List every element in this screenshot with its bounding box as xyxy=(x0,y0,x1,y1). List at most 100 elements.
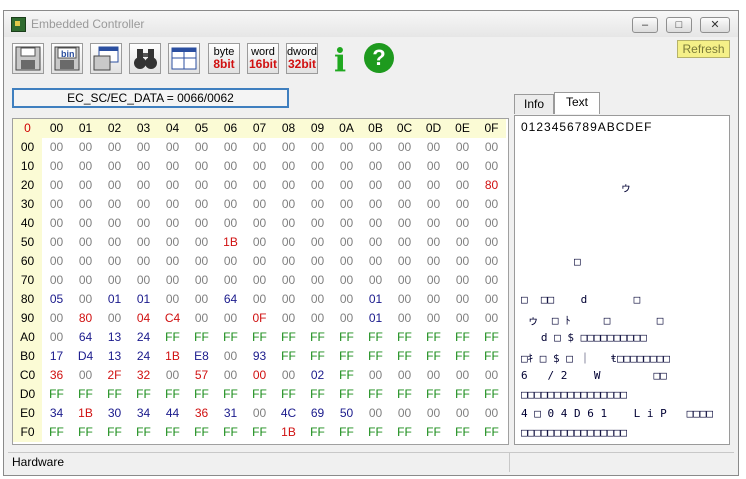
hex-cell[interactable]: FF xyxy=(390,423,419,442)
hex-cell[interactable]: 00 xyxy=(448,366,477,385)
hex-cell[interactable]: FF xyxy=(187,385,216,404)
hex-cell[interactable]: 00 xyxy=(390,366,419,385)
hex-cell[interactable]: 13 xyxy=(100,328,129,347)
hex-cell[interactable]: 00 xyxy=(187,309,216,328)
hex-cell[interactable]: 00 xyxy=(187,214,216,233)
hex-cell[interactable]: 80 xyxy=(477,176,506,195)
load-button[interactable] xyxy=(90,43,122,74)
hex-cell[interactable]: 57 xyxy=(187,366,216,385)
hex-cell[interactable]: 00 xyxy=(448,176,477,195)
hex-cell[interactable]: 00 xyxy=(129,233,158,252)
hex-cell[interactable]: 00 xyxy=(332,157,361,176)
hex-cell[interactable]: 00 xyxy=(477,404,506,423)
hex-cell[interactable]: 00 xyxy=(71,290,100,309)
hex-cell[interactable]: 1B xyxy=(216,233,245,252)
hex-cell[interactable]: 00 xyxy=(71,271,100,290)
hex-cell[interactable]: 00 xyxy=(216,157,245,176)
hex-cell[interactable]: E8 xyxy=(187,347,216,366)
hex-cell[interactable]: FF xyxy=(332,385,361,404)
hex-cell[interactable]: 00 xyxy=(245,138,274,157)
hex-cell[interactable]: 00 xyxy=(42,214,71,233)
hex-cell[interactable]: 00 xyxy=(274,309,303,328)
hex-cell[interactable]: 69 xyxy=(303,404,332,423)
hex-cell[interactable]: FF xyxy=(100,385,129,404)
hex-cell[interactable]: 00 xyxy=(129,176,158,195)
hex-cell[interactable]: 00 xyxy=(158,290,187,309)
hex-cell[interactable]: 00 xyxy=(187,176,216,195)
hex-cell[interactable]: 00 xyxy=(42,176,71,195)
refresh-button[interactable]: Refresh xyxy=(677,40,730,58)
hex-cell[interactable]: 00 xyxy=(245,271,274,290)
hex-cell[interactable]: 00 xyxy=(158,195,187,214)
hex-cell[interactable]: 00 xyxy=(390,404,419,423)
hex-cell[interactable]: FF xyxy=(158,385,187,404)
hex-cell[interactable]: 00 xyxy=(71,195,100,214)
hex-cell[interactable]: 36 xyxy=(187,404,216,423)
hex-cell[interactable]: FF xyxy=(448,328,477,347)
hex-cell[interactable]: 00 xyxy=(274,195,303,214)
hex-cell[interactable]: 00 xyxy=(303,309,332,328)
hex-cell[interactable]: 00 xyxy=(158,214,187,233)
hex-cell[interactable]: 31 xyxy=(216,404,245,423)
hex-cell[interactable]: FF xyxy=(274,328,303,347)
hex-cell[interactable]: 00 xyxy=(448,157,477,176)
hex-cell[interactable]: 00 xyxy=(245,195,274,214)
hex-cell[interactable]: FF xyxy=(42,423,71,442)
hex-cell[interactable]: FF xyxy=(448,347,477,366)
hex-cell[interactable]: 00 xyxy=(303,290,332,309)
hex-cell[interactable]: FF xyxy=(332,423,361,442)
hex-cell[interactable]: 00 xyxy=(42,309,71,328)
hex-cell[interactable]: 00 xyxy=(390,176,419,195)
hex-cell[interactable]: 64 xyxy=(71,328,100,347)
hex-cell[interactable]: C4 xyxy=(158,309,187,328)
hex-cell[interactable]: 00 xyxy=(71,233,100,252)
hex-cell[interactable]: 00 xyxy=(390,252,419,271)
hex-cell[interactable]: 00 xyxy=(332,176,361,195)
hex-cell[interactable]: 00 xyxy=(216,252,245,271)
hex-cell[interactable]: 93 xyxy=(245,347,274,366)
hex-cell[interactable]: 00 xyxy=(216,176,245,195)
hex-cell[interactable]: 00 xyxy=(448,404,477,423)
hex-cell[interactable]: FF xyxy=(245,385,274,404)
hex-cell[interactable]: 00 xyxy=(129,252,158,271)
hex-cell[interactable]: 00 xyxy=(245,176,274,195)
hex-cell[interactable]: 44 xyxy=(158,404,187,423)
hex-cell[interactable]: 00 xyxy=(303,195,332,214)
dword-mode-button[interactable]: dword 32bit xyxy=(286,43,318,74)
hex-cell[interactable]: 00 xyxy=(158,366,187,385)
save-button[interactable] xyxy=(12,43,44,74)
hex-cell[interactable]: 00 xyxy=(477,157,506,176)
hex-cell[interactable]: 0F xyxy=(245,309,274,328)
hex-cell[interactable]: 1B xyxy=(158,347,187,366)
hex-cell[interactable]: 00 xyxy=(448,195,477,214)
hex-cell[interactable]: FF xyxy=(216,385,245,404)
hex-cell[interactable]: FF xyxy=(187,328,216,347)
hex-cell[interactable]: FF xyxy=(361,347,390,366)
hex-cell[interactable]: FF xyxy=(419,347,448,366)
hex-cell[interactable]: 00 xyxy=(419,404,448,423)
hex-cell[interactable]: FF xyxy=(390,328,419,347)
hex-cell[interactable]: 00 xyxy=(42,271,71,290)
hex-cell[interactable]: 00 xyxy=(274,366,303,385)
hex-cell[interactable]: 24 xyxy=(129,347,158,366)
hex-cell[interactable]: 1B xyxy=(274,423,303,442)
hex-cell[interactable]: 00 xyxy=(477,309,506,328)
hex-cell[interactable]: 4C xyxy=(274,404,303,423)
hex-cell[interactable]: 00 xyxy=(361,271,390,290)
hex-cell[interactable]: 00 xyxy=(390,290,419,309)
hex-cell[interactable]: 00 xyxy=(42,233,71,252)
hex-cell[interactable]: 00 xyxy=(216,138,245,157)
hex-cell[interactable]: 00 xyxy=(245,252,274,271)
hex-cell[interactable]: 00 xyxy=(71,366,100,385)
hex-cell[interactable]: 00 xyxy=(419,271,448,290)
hex-cell[interactable]: 00 xyxy=(158,138,187,157)
hex-cell[interactable]: 00 xyxy=(361,366,390,385)
hex-cell[interactable]: FF xyxy=(274,347,303,366)
hex-cell[interactable]: FF xyxy=(71,385,100,404)
maximize-button[interactable]: □ xyxy=(666,17,692,33)
hex-cell[interactable]: FF xyxy=(274,385,303,404)
hex-cell[interactable]: 00 xyxy=(448,271,477,290)
hex-cell[interactable]: 00 xyxy=(448,290,477,309)
hex-cell[interactable]: 13 xyxy=(100,347,129,366)
hex-cell[interactable]: 00 xyxy=(245,157,274,176)
